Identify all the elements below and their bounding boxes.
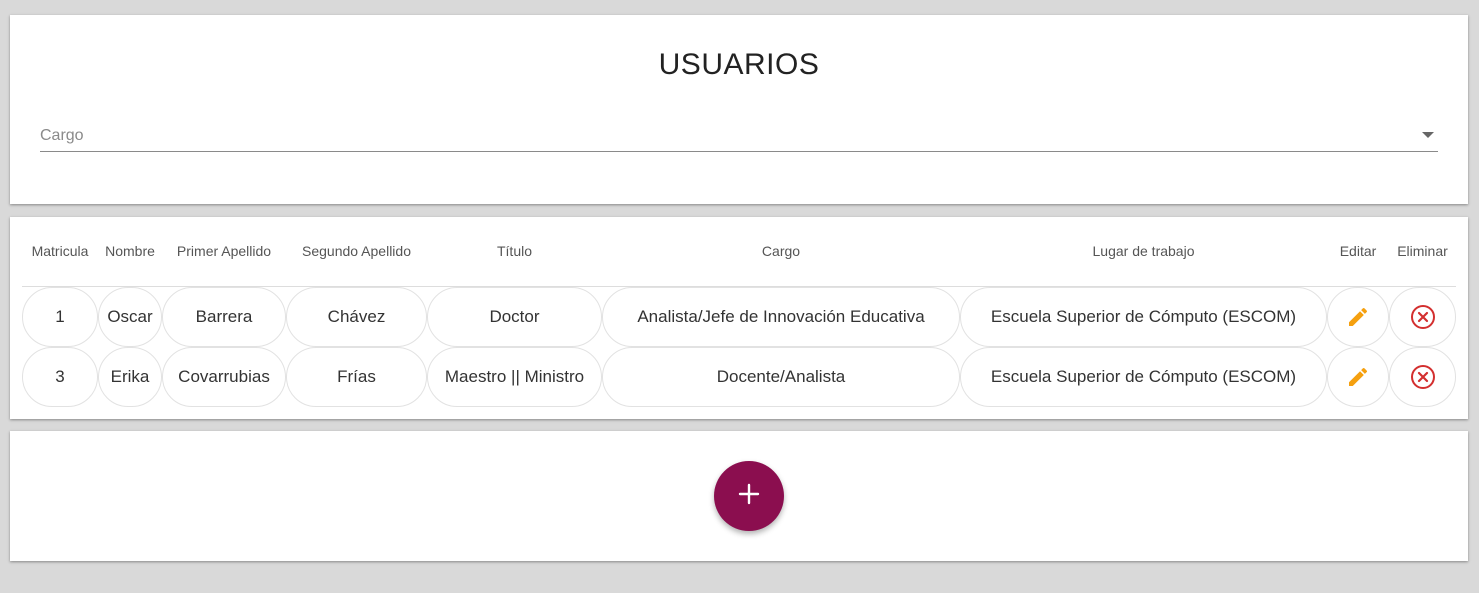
column-header-cargo: Cargo: [602, 235, 960, 287]
cell-segundo-apellido: Frías: [286, 347, 427, 407]
cell-lugar: Escuela Superior de Cómputo (ESCOM): [960, 347, 1327, 407]
table-header-row: Matricula Nombre Primer Apellido Segundo…: [22, 235, 1456, 287]
cell-primer-apellido: Covarrubias: [162, 347, 286, 407]
edit-button[interactable]: [1327, 347, 1389, 407]
column-header-lugar: Lugar de trabajo: [960, 235, 1327, 287]
users-table: Matricula Nombre Primer Apellido Segundo…: [22, 235, 1456, 407]
close-circle-icon: [1390, 364, 1455, 390]
column-header-eliminar: Eliminar: [1389, 235, 1456, 287]
cell-cargo: Docente/Analista: [602, 347, 960, 407]
users-table-card: Matricula Nombre Primer Apellido Segundo…: [10, 217, 1468, 419]
table-row: 3 Erika Covarrubias Frías Maestro || Min…: [22, 347, 1456, 407]
cargo-select-label: Cargo: [40, 127, 84, 144]
cell-primer-apellido: Barrera: [162, 287, 286, 347]
close-circle-icon: [1390, 304, 1455, 330]
cell-titulo: Doctor: [427, 287, 602, 347]
edit-button[interactable]: [1327, 287, 1389, 347]
column-header-nombre: Nombre: [98, 235, 162, 287]
cell-nombre: Oscar: [98, 287, 162, 347]
cell-titulo: Maestro || Ministro: [427, 347, 602, 407]
header-card: USUARIOS Cargo: [10, 15, 1468, 204]
table-row: 1 Oscar Barrera Chávez Doctor Analista/J…: [22, 287, 1456, 347]
cell-nombre: Erika: [98, 347, 162, 407]
column-header-matricula: Matricula: [22, 235, 98, 287]
delete-button[interactable]: [1389, 347, 1456, 407]
plus-icon: [738, 483, 760, 510]
caret-down-icon: [1422, 132, 1434, 138]
actions-card: [10, 431, 1468, 561]
cargo-select[interactable]: Cargo: [40, 119, 1438, 152]
cell-cargo: Analista/Jefe de Innovación Educativa: [602, 287, 960, 347]
cell-matricula: 3: [22, 347, 98, 407]
cell-matricula: 1: [22, 287, 98, 347]
cell-lugar: Escuela Superior de Cómputo (ESCOM): [960, 287, 1327, 347]
column-header-segundo-apellido: Segundo Apellido: [286, 235, 427, 287]
pencil-icon: [1328, 305, 1388, 329]
page-title: USUARIOS: [658, 48, 820, 81]
column-header-primer-apellido: Primer Apellido: [162, 235, 286, 287]
column-header-titulo: Título: [427, 235, 602, 287]
pencil-icon: [1328, 365, 1388, 389]
add-user-button[interactable]: [714, 461, 784, 531]
cell-segundo-apellido: Chávez: [286, 287, 427, 347]
column-header-editar: Editar: [1327, 235, 1389, 287]
delete-button[interactable]: [1389, 287, 1456, 347]
